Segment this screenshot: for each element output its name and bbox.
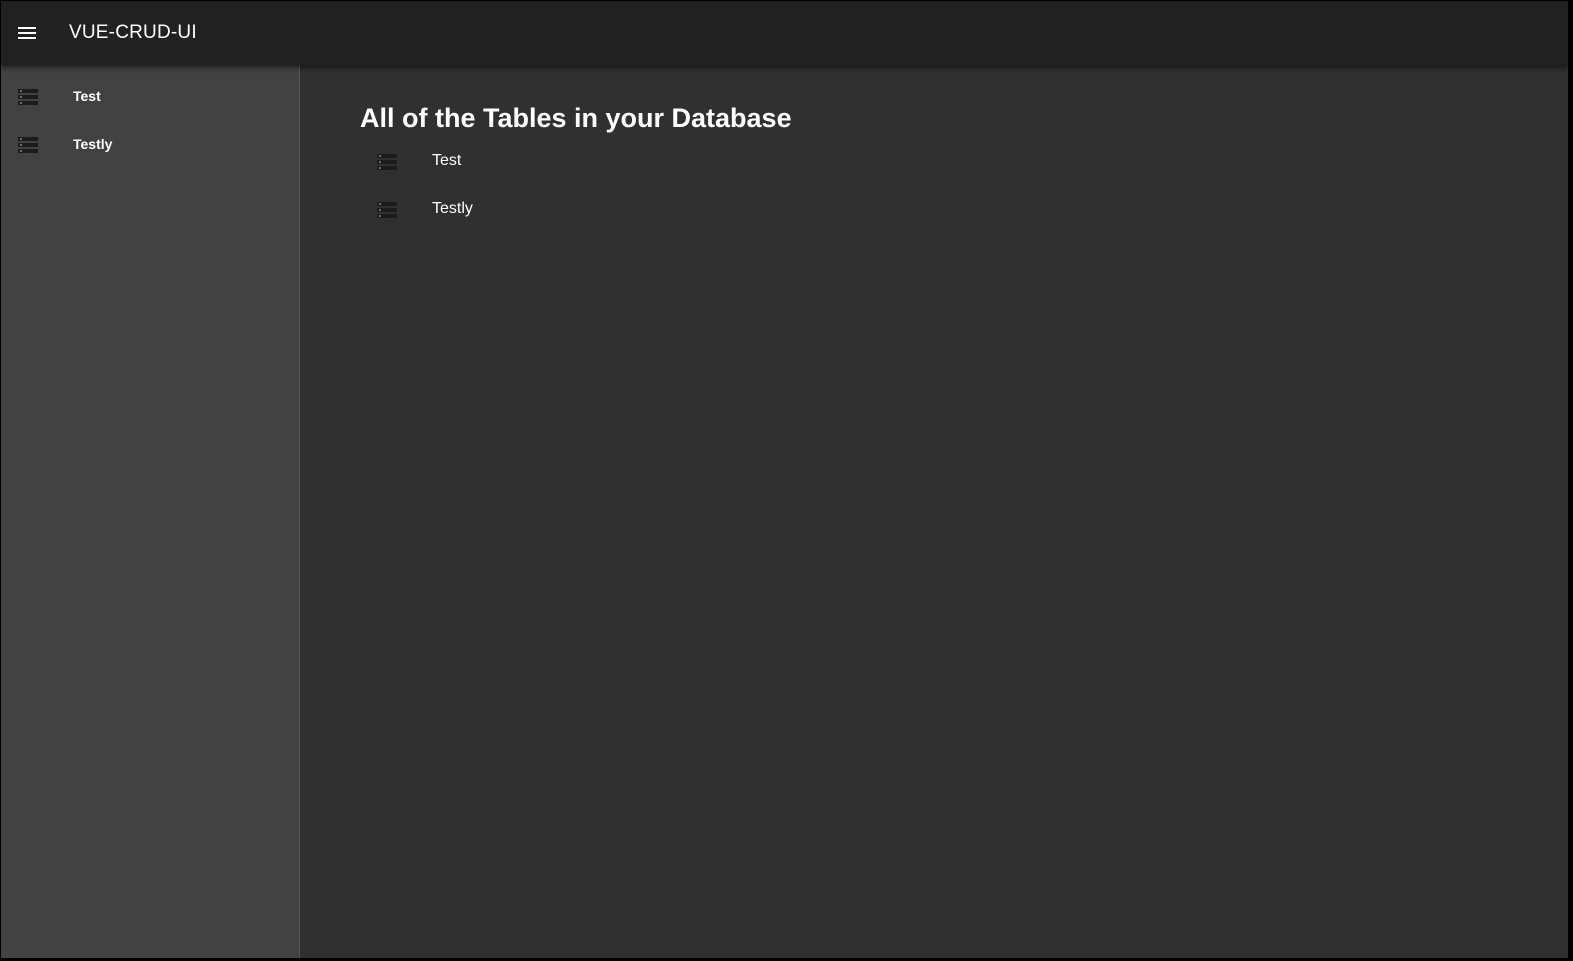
table-list-item-testly[interactable]: Testly — [360, 186, 660, 234]
sidebar-item-label: Test — [73, 88, 101, 104]
table-list-item-test[interactable]: Test — [360, 138, 660, 186]
table-list-item-label: Testly — [432, 200, 473, 217]
navigation-drawer: Test Testly — [1, 65, 300, 958]
page-title: All of the Tables in your Database — [360, 103, 792, 133]
storage-icon — [18, 137, 38, 153]
app-window: VUE-CRUD-UI Test Testly All of the Table… — [1, 1, 1568, 958]
storage-icon — [18, 89, 38, 105]
sidebar-item-label: Testly — [73, 136, 113, 152]
sidebar-item-testly[interactable]: Testly — [1, 120, 299, 168]
app-toolbar: VUE-CRUD-UI — [1, 1, 1568, 65]
storage-icon — [377, 202, 397, 218]
menu-icon[interactable] — [7, 13, 47, 53]
table-list-item-label: Test — [432, 152, 462, 169]
sidebar-item-test[interactable]: Test — [1, 72, 299, 120]
app-title: VUE-CRUD-UI — [69, 22, 197, 43]
storage-icon — [377, 154, 397, 170]
